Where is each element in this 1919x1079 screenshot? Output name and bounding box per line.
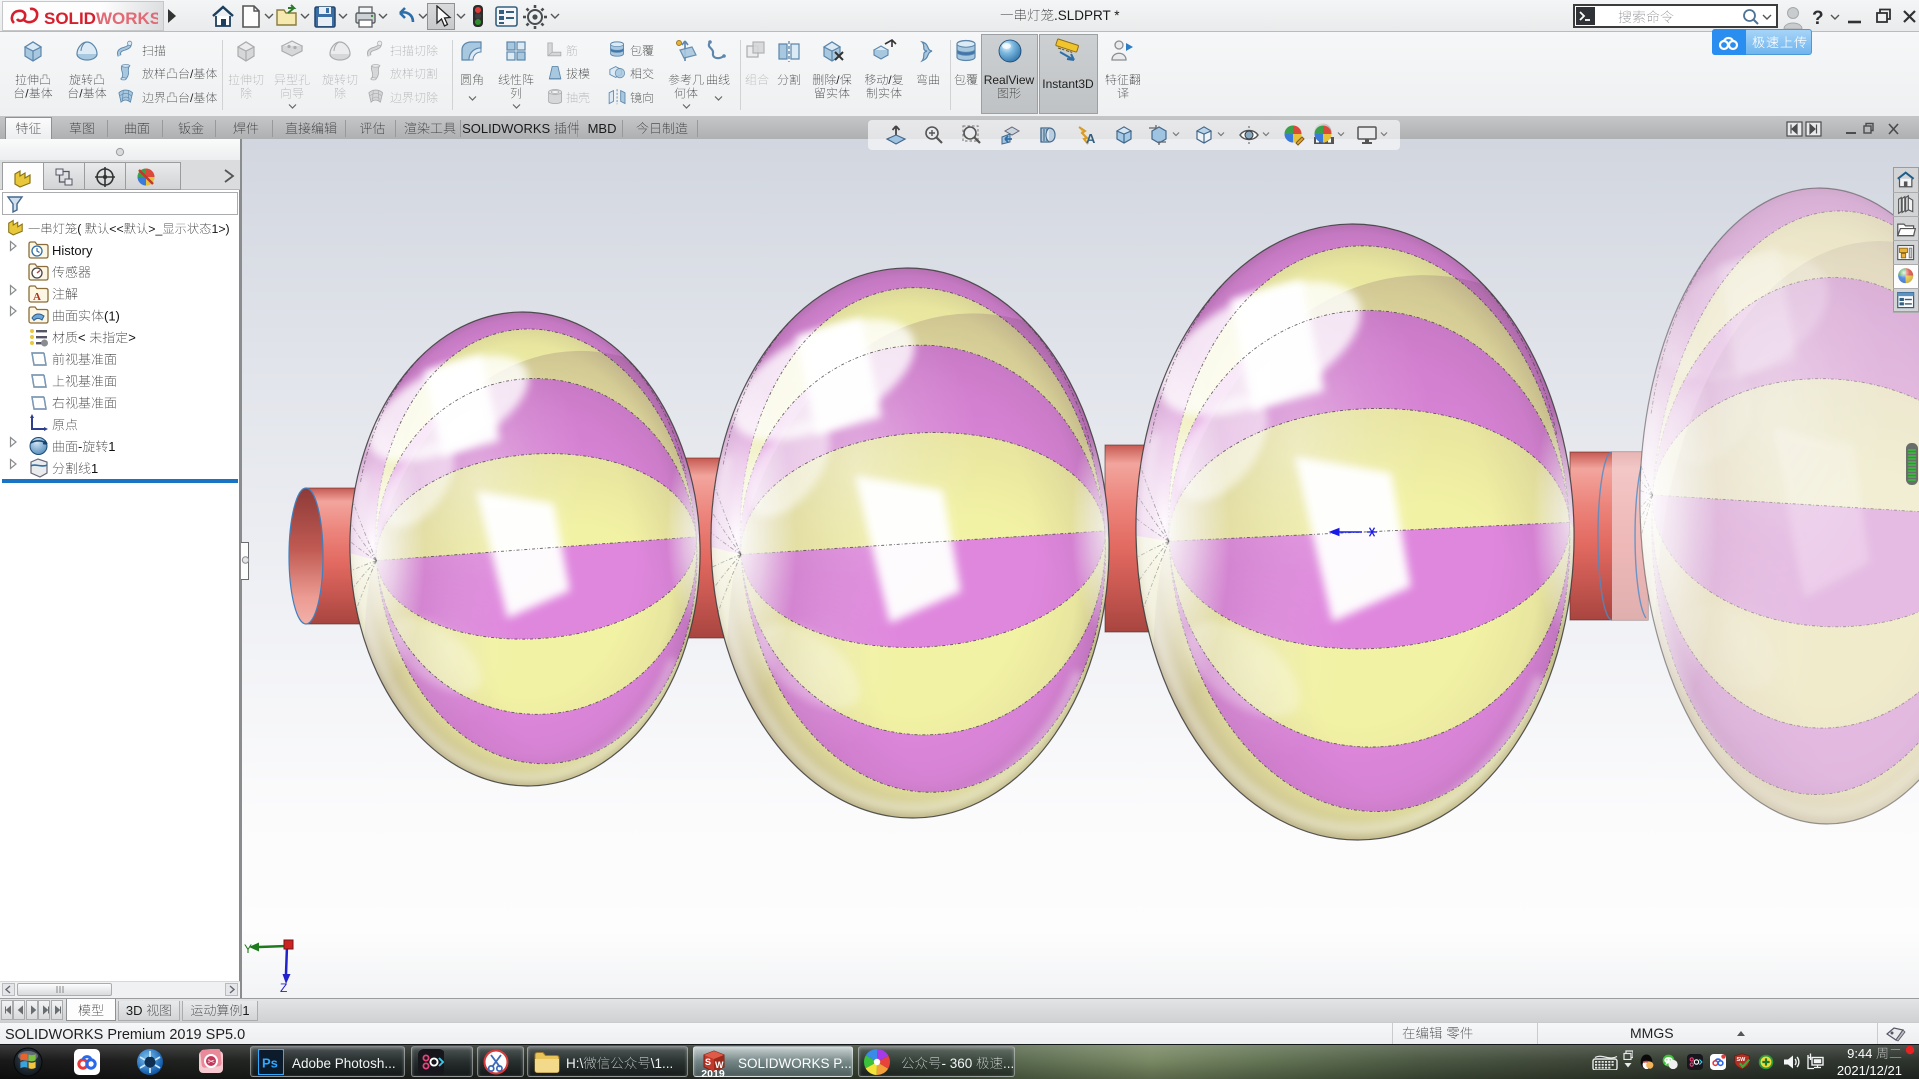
svg-text:S: S: [705, 1057, 711, 1067]
svg-text:A: A: [33, 291, 41, 303]
svg-text:W: W: [715, 1060, 724, 1070]
svg-text:✂: ✂: [208, 1057, 216, 1067]
svg-text:SOLIDWORKS: SOLIDWORKS: [44, 9, 158, 28]
svg-text:A: A: [1086, 131, 1096, 146]
svg-text:Ps: Ps: [262, 1056, 278, 1071]
svg-text:SW: SW: [1737, 1057, 1747, 1063]
